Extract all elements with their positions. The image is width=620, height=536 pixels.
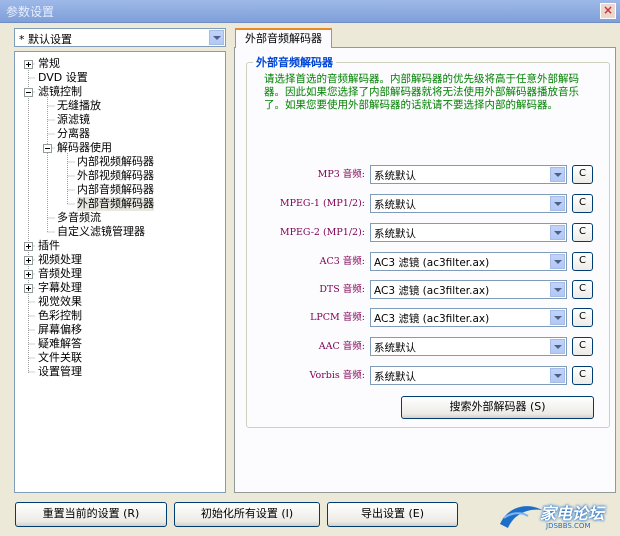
group-title: 外部音频解码器 <box>253 54 336 70</box>
decoder-select-mpeg1[interactable]: 系统默认 <box>370 194 567 213</box>
tree-item-video-processing[interactable]: 视频处理 <box>38 253 82 267</box>
config-button-dts[interactable]: C <box>572 280 593 299</box>
chevron-down-icon[interactable] <box>209 30 224 45</box>
decoder-select-mpeg2[interactable]: 系统默认 <box>370 223 567 242</box>
config-button-vorbis[interactable]: C <box>572 366 593 385</box>
watermark-url: JDSBBS.COM <box>546 522 591 530</box>
decoder-label-mp3: MP3 音频: <box>317 169 365 180</box>
decoder-value-aac: 系统默认 <box>374 342 416 354</box>
decoder-select-vorbis[interactable]: 系统默认 <box>370 366 567 385</box>
expand-icon[interactable] <box>24 242 33 251</box>
tree-item-visual-effects[interactable]: 视觉效果 <box>38 295 82 309</box>
chevron-down-icon[interactable] <box>550 225 565 240</box>
search-decoders-button[interactable]: 搜索外部解码器 (S) <box>401 396 594 419</box>
config-button-lpcm[interactable]: C <box>572 308 593 327</box>
config-button-mpeg2[interactable]: C <box>572 223 593 242</box>
decoder-value-lpcm: AC3 滤镜 (ac3filter.ax) <box>374 313 490 325</box>
tree-item-troubleshoot[interactable]: 疑难解答 <box>38 337 82 351</box>
decoder-value-mp3: 系统默认 <box>374 170 416 182</box>
decoder-label-aac: AAC 音频: <box>318 341 365 352</box>
config-button-aac[interactable]: C <box>572 337 593 356</box>
group-description: 请选择首选的音频解码器。内部解码器的优先级将高于任意外部解码器。因此如果您选择了… <box>264 73 579 111</box>
tree-item-settings-mgmt[interactable]: 设置管理 <box>38 365 82 379</box>
tree-item-file-assoc[interactable]: 文件关联 <box>38 351 82 365</box>
settings-tree[interactable]: 常规 DVD 设置 滤镜控制 无缝播放 源滤镜 分离器 解码器使用 内部视频解码… <box>14 51 226 493</box>
tree-item-external-video[interactable]: 外部视频解码器 <box>77 169 154 183</box>
collapse-icon[interactable] <box>24 88 33 97</box>
watermark-logo: 家电论坛 JDSBBS.COM <box>498 498 618 534</box>
decoder-label-vorbis: Vorbis 音频: <box>309 370 365 381</box>
config-button-mp3[interactable]: C <box>572 165 593 184</box>
tree-item-seamless[interactable]: 无缝播放 <box>57 99 101 113</box>
chevron-down-icon[interactable] <box>550 196 565 211</box>
expand-icon[interactable] <box>24 270 33 279</box>
preset-value: * 默认设置 <box>19 33 72 46</box>
chevron-down-icon[interactable] <box>550 339 565 354</box>
tab-external-audio-decoder[interactable]: 外部音频解码器 <box>235 28 332 48</box>
tree-item-screen-offset[interactable]: 屏幕偏移 <box>38 323 82 337</box>
decoder-select-mp3[interactable]: 系统默认 <box>370 165 567 184</box>
decoder-select-lpcm[interactable]: AC3 滤镜 (ac3filter.ax) <box>370 308 567 327</box>
preset-dropdown[interactable]: * 默认设置 <box>14 28 226 47</box>
decoder-label-mpeg1: MPEG-1 (MP1/2): <box>279 198 365 209</box>
decoder-label-lpcm: LPCM 音频: <box>310 312 365 323</box>
tree-item-multi-audio[interactable]: 多音频流 <box>57 211 101 225</box>
tree-item-plugins[interactable]: 插件 <box>38 239 60 253</box>
decoder-select-ac3[interactable]: AC3 滤镜 (ac3filter.ax) <box>370 252 567 271</box>
decoder-value-vorbis: 系统默认 <box>374 371 416 383</box>
tree-item-splitter[interactable]: 分离器 <box>57 127 90 141</box>
expand-icon[interactable] <box>24 284 33 293</box>
decoder-value-ac3: AC3 滤镜 (ac3filter.ax) <box>374 257 490 269</box>
tree-item-custom-filter[interactable]: 自定义滤镜管理器 <box>57 225 145 239</box>
tree-item-internal-video[interactable]: 内部视频解码器 <box>77 155 154 169</box>
config-button-mpeg1[interactable]: C <box>572 194 593 213</box>
expand-icon[interactable] <box>24 256 33 265</box>
window-title: 参数设置 <box>6 5 55 19</box>
config-button-ac3[interactable]: C <box>572 252 593 271</box>
watermark-title: 家电论坛 <box>540 504 605 523</box>
tree-item-decoder-usage[interactable]: 解码器使用 <box>57 141 112 155</box>
tree-item-general[interactable]: 常规 <box>38 57 60 71</box>
chevron-down-icon[interactable] <box>550 282 565 297</box>
chevron-down-icon[interactable] <box>550 167 565 182</box>
decoder-label-mpeg2: MPEG-2 (MP1/2): <box>279 227 365 238</box>
tree-item-internal-audio[interactable]: 内部音频解码器 <box>77 183 154 197</box>
chevron-down-icon[interactable] <box>550 310 565 325</box>
expand-icon[interactable] <box>24 60 33 69</box>
tree-item-subtitle[interactable]: 字幕处理 <box>38 281 82 295</box>
chevron-down-icon[interactable] <box>550 368 565 383</box>
tree-item-dvd[interactable]: DVD 设置 <box>38 71 88 85</box>
tree-item-color-control[interactable]: 色彩控制 <box>38 309 82 323</box>
decoder-label-ac3: AC3 音频: <box>319 256 365 267</box>
decoder-select-aac[interactable]: 系统默认 <box>370 337 567 356</box>
decoder-select-dts[interactable]: AC3 滤镜 (ac3filter.ax) <box>370 280 567 299</box>
decoder-label-dts: DTS 音频: <box>319 284 365 295</box>
tree-item-source-filter[interactable]: 源滤镜 <box>57 113 90 127</box>
decoder-value-mpeg1: 系统默认 <box>374 199 416 211</box>
tree-item-audio-processing[interactable]: 音频处理 <box>38 267 82 281</box>
chevron-down-icon[interactable] <box>550 254 565 269</box>
close-icon[interactable]: × <box>600 3 616 19</box>
init-all-button[interactable]: 初始化所有设置 (I) <box>174 502 320 527</box>
export-settings-button[interactable]: 导出设置 (E) <box>327 502 458 527</box>
tree-item-filter-control[interactable]: 滤镜控制 <box>38 85 82 99</box>
collapse-icon[interactable] <box>43 144 52 153</box>
reset-current-button[interactable]: 重置当前的设置 (R) <box>15 502 167 527</box>
tree-item-external-audio[interactable]: 外部音频解码器 <box>77 197 154 211</box>
decoder-value-mpeg2: 系统默认 <box>374 228 416 240</box>
decoder-value-dts: AC3 滤镜 (ac3filter.ax) <box>374 285 490 297</box>
title-bar: 参数设置 × <box>0 0 620 23</box>
